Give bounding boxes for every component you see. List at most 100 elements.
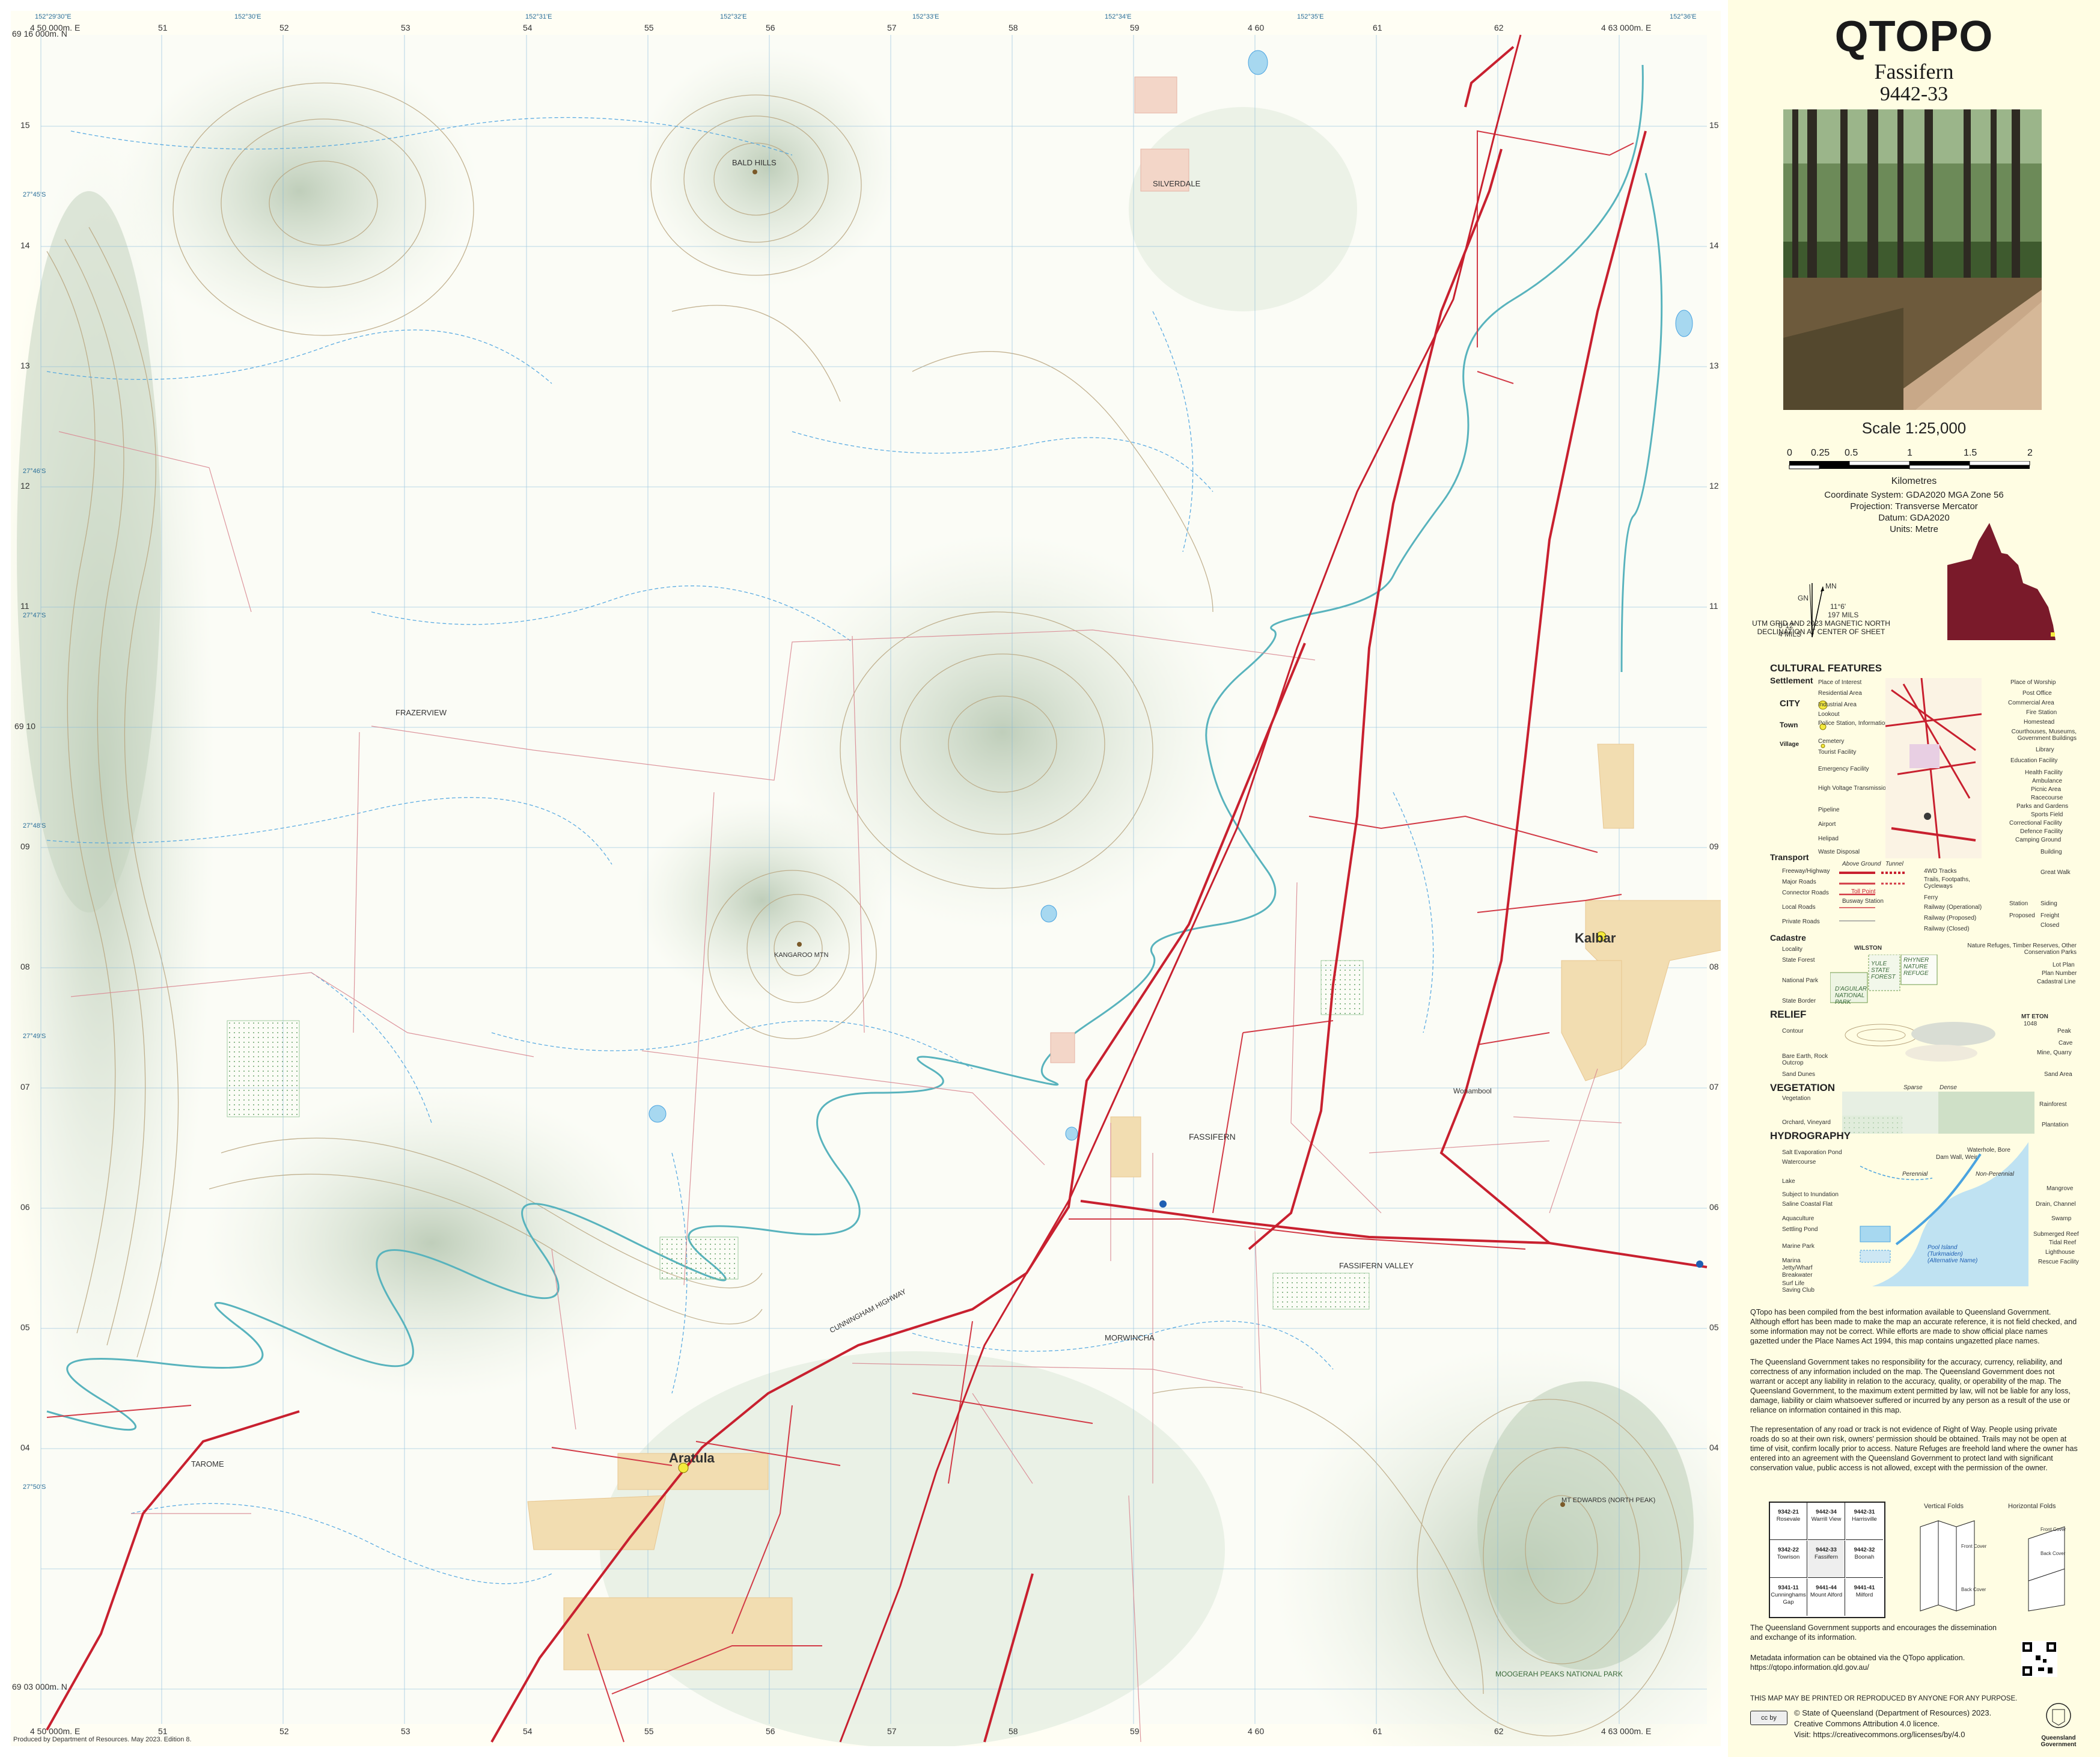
northing-label: 05 xyxy=(1709,1322,1719,1332)
adjoining-cell[interactable]: 9442-31 Harrisville xyxy=(1846,1503,1883,1540)
legend-item: Closed xyxy=(2040,922,2060,929)
northing-label: 14 xyxy=(20,240,30,250)
legend-panel: QTOPO Fassifern 9442-33 Scale 1:25,000 0… xyxy=(1728,0,2100,1757)
town-label: Kalbar xyxy=(1575,930,1616,946)
easting-label: 58 xyxy=(1009,1726,1018,1736)
easting-label: 53 xyxy=(401,1726,411,1736)
locality-label: FRAZERVIEW xyxy=(395,708,447,717)
legend-item: Helipad xyxy=(1818,836,1839,842)
legend-item: Residential Area xyxy=(1818,690,1862,697)
legend-item: Lake xyxy=(1782,1178,1795,1185)
legend-item: Contour xyxy=(1782,1028,1804,1034)
legend-relief-heading: RELIEF xyxy=(1770,1009,1807,1020)
northing-label: 07 xyxy=(20,1082,30,1092)
legend-item: Waste Disposal xyxy=(1818,849,1860,855)
legend-relief-graphic xyxy=(1845,1022,1995,1062)
legend-sample: Non-Perennial xyxy=(1976,1171,2014,1178)
adjoining-cell[interactable]: 9342-22 Towrison xyxy=(1770,1541,1807,1578)
copyright: © State of Queensland (Department of Res… xyxy=(1794,1708,1992,1717)
legend-vegetation-graphic xyxy=(1842,1092,2034,1134)
adjoining-cell[interactable]: 9342-21 Rosevale xyxy=(1770,1503,1807,1540)
latitude-label: 27°47'S xyxy=(23,612,46,619)
longitude-label: 152°36'E xyxy=(1670,13,1697,20)
legend-cadastre-heading: Cadastre xyxy=(1770,933,1806,943)
legend-item: Siding xyxy=(2040,900,2057,907)
adjoining-cell[interactable]: 9442-34 Warrill View xyxy=(1808,1503,1845,1540)
legend-item: Emergency Facility xyxy=(1818,766,1869,772)
legend-item: Proposed xyxy=(2009,912,2035,919)
disclaimer-paragraph: The Queensland Government takes no respo… xyxy=(1750,1358,2071,1414)
homestead-label: Wonambool xyxy=(1453,1087,1492,1095)
legend-item: Education Facility xyxy=(2010,757,2058,764)
northing-label: 12 xyxy=(20,481,30,490)
legend-item: Mine, Quarry xyxy=(2037,1050,2072,1056)
legend-item: Bare Earth, Rock Outcrop xyxy=(1782,1053,1828,1066)
northing-label: 08 xyxy=(20,962,30,971)
legend-item: State Border xyxy=(1782,998,1816,1004)
legend-item: Locality xyxy=(1782,946,1802,953)
easting-label: 4 50 000m. E xyxy=(30,1726,81,1736)
legend-sample: Perennial xyxy=(1902,1171,1928,1178)
legend-item: Defence Facility xyxy=(2020,828,2063,835)
legend-item: Airport xyxy=(1818,821,1836,828)
easting-label: 61 xyxy=(1373,1726,1382,1736)
legend-item: Ambulance xyxy=(2032,778,2063,784)
legend-item: Nature Refuges, Timber Reserves, Other C… xyxy=(1967,943,2077,956)
latitude-label: 27°48'S xyxy=(23,822,46,830)
scale-tick: 2 xyxy=(2027,448,2033,458)
legend-settlement-dots xyxy=(1818,700,1828,748)
easting-label: 4 60 xyxy=(1248,23,1265,32)
fold-label: Back Cover xyxy=(2040,1551,2066,1556)
legend-item: Settling Pond xyxy=(1782,1226,1818,1233)
topographic-map[interactable] xyxy=(11,11,1721,1746)
adjoining-cell[interactable]: 9442-32 Boonah xyxy=(1846,1541,1883,1578)
product-title: QTOPO xyxy=(1834,13,1994,61)
cc-badge-text: cc by xyxy=(1761,1714,1777,1722)
latitude-label: 27°49'S xyxy=(23,1033,46,1040)
scale-tick: 1 xyxy=(1907,448,1912,458)
longitude-label: 152°30'E xyxy=(234,13,261,20)
legend-item: Cemetery xyxy=(1818,738,1845,745)
adjoining-cell[interactable]: 9441-44 Mount Alford xyxy=(1808,1578,1845,1616)
mn-angle: 11°6' xyxy=(1830,602,1846,611)
licence-link[interactable]: Visit: https://creativecommons.org/licen… xyxy=(1794,1730,2022,1740)
legend-item: Place of Interest xyxy=(1818,679,1862,686)
town-label: Aratula xyxy=(669,1450,715,1465)
legend-item: Sand Area xyxy=(2044,1071,2072,1078)
legend-cultural-heading: CULTURAL FEATURES xyxy=(1770,662,1882,674)
map-area[interactable]: 4 50 000m. E 51 52 53 54 55 56 57 58 59 … xyxy=(11,11,1721,1746)
disclaimer-paragraph: The representation of any road or track … xyxy=(1750,1425,2078,1472)
peak-label: BALD HILLS xyxy=(732,158,777,167)
cc-badge[interactable]: cc by xyxy=(1750,1711,1787,1725)
qr-code-icon[interactable] xyxy=(2021,1641,2057,1677)
legend-item: Lighthouse xyxy=(2045,1249,2075,1256)
legend-road-lines xyxy=(1839,872,1905,921)
legend-item: Tourist Facility xyxy=(1818,749,1857,756)
legend-item: Lookout xyxy=(1818,711,1840,718)
legend-sample: WILSTON xyxy=(1854,945,1882,952)
legend-item: Marina xyxy=(1782,1257,1801,1264)
easting-label: 53 xyxy=(401,23,411,32)
legend-sample: MT ETON xyxy=(2021,1013,2048,1020)
scale-tick: 0.25 xyxy=(1811,448,1830,458)
northing-label: 07 xyxy=(1709,1082,1719,1092)
scale-tick: 1.5 xyxy=(1964,448,1977,458)
legend-item: Plantation xyxy=(2042,1122,2069,1128)
northing-label: 08 xyxy=(1709,962,1719,971)
easting-label: 54 xyxy=(523,23,533,32)
adjoining-cell[interactable]: 9341-11 Cunninghams Gap xyxy=(1770,1578,1807,1616)
legend-item: Commercial Area xyxy=(2008,700,2054,706)
adjoining-cell[interactable]: 9441-41 Milford xyxy=(1846,1578,1883,1616)
fold-label: Front Cover xyxy=(1961,1544,1987,1549)
peak-label: KANGAROO MTN xyxy=(774,952,829,959)
legend-item: Surf Life Saving Club xyxy=(1782,1280,1815,1294)
legend-item: Peak xyxy=(2057,1028,2071,1034)
scale-tick: 0 xyxy=(1787,448,1792,458)
sheet-number: 9442-33 xyxy=(1879,83,1949,105)
legend-transport-heading: Transport xyxy=(1770,852,1809,862)
licence: Creative Commons Attribution 4.0 licence… xyxy=(1794,1719,1940,1728)
legend-item: Freeway/Highway xyxy=(1782,868,1830,875)
latitude-label: 27°45'S xyxy=(23,191,46,198)
legend-item: High Voltage Transmission xyxy=(1818,785,1890,792)
mn-label: MN xyxy=(1825,582,1837,590)
